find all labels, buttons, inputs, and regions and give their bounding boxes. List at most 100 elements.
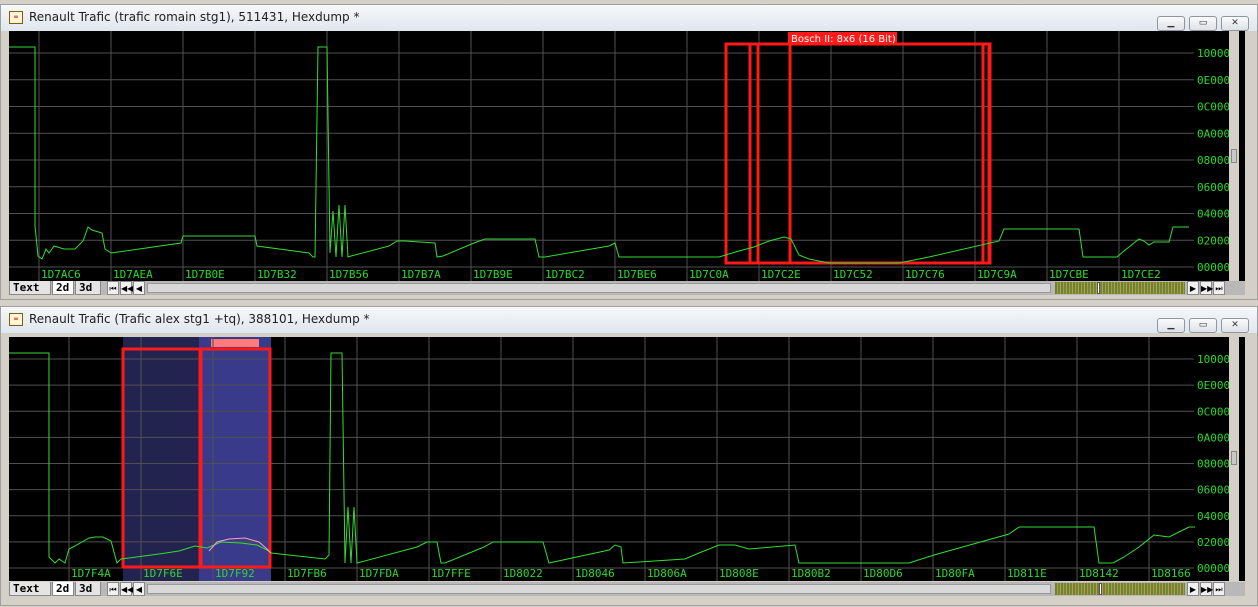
y-tick-label: 00000 <box>1197 562 1230 575</box>
close-icon: ✕ <box>1231 18 1239 28</box>
plot-1-selection-boxes <box>724 42 992 265</box>
nav-prev-fast-button-1[interactable]: ◀◀ <box>120 281 133 295</box>
nav-prev-fast-icon: ◀◀ <box>121 585 134 594</box>
highlight-region-b <box>199 337 271 581</box>
selection-box <box>748 42 992 265</box>
horizontal-scrollbar-2[interactable] <box>147 584 1051 594</box>
nav-prev-fast-button-2[interactable]: ◀◀ <box>120 582 134 596</box>
x-tick-label: 1D80FA <box>935 567 975 580</box>
y-tick-label: 02000 <box>1197 234 1230 247</box>
x-tick-label: 1D7B56 <box>329 268 369 281</box>
tab-3d-1[interactable]: 3d <box>75 281 101 295</box>
x-tick-label: 1D7F4A <box>71 567 111 580</box>
x-tick-label: 1D7B32 <box>257 268 297 281</box>
y-tick-label: 06000 <box>1197 484 1230 497</box>
nav-first-button-1[interactable]: ⏮ <box>107 281 119 295</box>
x-tick-label: 1D7BC2 <box>545 268 585 281</box>
nav-last-icon: ⏭ <box>1215 585 1223 594</box>
x-tick-label: 1D7C9A <box>977 268 1017 281</box>
close-button[interactable]: ✕ <box>1221 16 1249 31</box>
nav-next-fast-button-1[interactable]: ▶▶ <box>1200 281 1213 295</box>
x-tick-label: 1D7CE2 <box>1121 268 1161 281</box>
tab-2d-1[interactable]: 2d <box>52 281 74 295</box>
nav-next-button-2[interactable]: ▶ <box>1187 582 1199 596</box>
minimize-button[interactable]: ▁ <box>1157 318 1185 333</box>
window-2-titlebar[interactable]: ∞ Renault Trafic (Trafic alex stg1 +tq),… <box>1 307 1257 333</box>
maximize-button[interactable]: ▭ <box>1189 318 1217 333</box>
x-tick-label: 1D811E <box>1007 567 1047 580</box>
vertical-scroll-thumb-1[interactable] <box>1231 149 1237 163</box>
vertical-scrollbar-1[interactable] <box>1229 31 1239 281</box>
y-tick-label: 00000 <box>1197 261 1230 274</box>
x-tick-label: 1D8046 <box>575 567 615 580</box>
nav-next-button-1[interactable]: ▶ <box>1187 281 1199 295</box>
maximize-button[interactable]: ▭ <box>1189 16 1217 31</box>
nav-prev-icon: ◀ <box>135 284 143 293</box>
plot-1-grid <box>9 31 1194 281</box>
tab-text-1[interactable]: Text <box>9 281 51 295</box>
x-tick-label: 1D806A <box>647 567 687 580</box>
x-tick-label: 1D8142 <box>1079 567 1119 580</box>
close-icon: ✕ <box>1231 320 1239 330</box>
nav-prev-button-2[interactable]: ◀ <box>133 582 145 596</box>
x-tick-label: 1D7BE6 <box>617 268 657 281</box>
nav-last-button-2[interactable]: ⏭ <box>1213 582 1225 596</box>
x-tick-label: 1D7B9E <box>473 268 513 281</box>
nav-next-icon: ▶ <box>1189 585 1197 594</box>
overview-minimap-1[interactable] <box>1055 282 1185 294</box>
y-tick-label: 08000 <box>1197 154 1230 167</box>
tab-2d-2[interactable]: 2d <box>52 582 74 596</box>
minimize-button[interactable]: ▁ <box>1157 16 1185 31</box>
window-1-title: Renault Trafic (trafic romain stg1), 511… <box>29 10 360 24</box>
x-tick-label: 1D7FDA <box>359 567 399 580</box>
y-tick-label: 0A000 <box>1197 127 1230 140</box>
y-tick-label: 10000 <box>1197 353 1230 366</box>
x-tick-label: 1D80B2 <box>791 567 831 580</box>
vertical-scrollbar-2[interactable] <box>1229 337 1239 581</box>
plot-2-x-labels: 1D7F4A 1D7F6E 1D7F92 1D7FB6 1D7FDA 1D7FFE 1D80… <box>71 567 1191 580</box>
overview-minimap-2[interactable] <box>1055 583 1185 595</box>
window-1-titlebar[interactable]: ∞ Renault Trafic (trafic romain stg1), 5… <box>1 5 1257 31</box>
map-label: Bosch II: 8x6 (16 Bit) <box>791 34 896 45</box>
minimap-position-2[interactable] <box>1099 583 1102 595</box>
x-tick-label: 1D7B7A <box>401 268 441 281</box>
y-tick-label: 0C000 <box>1197 101 1230 114</box>
vertical-scroll-thumb-2[interactable] <box>1231 451 1237 465</box>
highlight-marker <box>211 339 259 347</box>
app-document-icon: ∞ <box>9 313 23 326</box>
close-button[interactable]: ✕ <box>1221 318 1249 333</box>
hexdump-window-2: ∞ Renault Trafic (Trafic alex stg1 +tq),… <box>0 306 1258 606</box>
x-tick-label: 1D7C52 <box>833 268 873 281</box>
tabbar-1: Text 2d 3d ⏮ ◀◀ ◀ ▶ ▶▶ ⏭ <box>9 281 1245 295</box>
x-tick-label: 1D7C0A <box>689 268 729 281</box>
plot-area-1[interactable]: 1D7AC6 1D7AEA 1D7B0E 1D7B32 1D7B56 1D7B7A 1D7B… <box>9 31 1245 281</box>
y-tick-label: 08000 <box>1197 458 1230 471</box>
nav-first-icon: ⏮ <box>109 585 117 594</box>
tab-text-2[interactable]: Text <box>9 582 51 596</box>
y-tick-label: 10000 <box>1197 47 1230 60</box>
y-tick-label: 0C000 <box>1197 405 1230 418</box>
y-tick-label: 0A000 <box>1197 431 1230 444</box>
hexdump-window-1: ∞ Renault Trafic (trafic romain stg1), 5… <box>0 4 1258 300</box>
plot-1-svg: 1D7AC6 1D7AEA 1D7B0E 1D7B32 1D7B56 1D7B7A 1D7B… <box>9 31 1230 281</box>
y-tick-label: 0E000 <box>1197 74 1230 87</box>
nav-next-fast-icon: ▶▶ <box>1201 585 1214 594</box>
minimap-position-1[interactable] <box>1097 282 1100 294</box>
plot-2-svg: 1D7F4A 1D7F6E 1D7F92 1D7FB6 1D7FDA 1D7FFE 1D80… <box>9 337 1230 581</box>
nav-first-icon: ⏮ <box>109 284 117 293</box>
selection-box <box>756 42 992 265</box>
nav-last-button-1[interactable]: ⏭ <box>1213 281 1225 295</box>
highlight-region-a <box>123 337 199 581</box>
y-tick-label: 0E000 <box>1197 379 1230 392</box>
x-tick-label: 1D7AC6 <box>41 268 81 281</box>
nav-prev-button-1[interactable]: ◀ <box>133 281 145 295</box>
plot-area-2[interactable]: 1D7F4A 1D7F6E 1D7F92 1D7FB6 1D7FDA 1D7FFE 1D80… <box>9 337 1245 581</box>
app-document-icon: ∞ <box>9 11 23 24</box>
nav-next-fast-button-2[interactable]: ▶▶ <box>1200 582 1214 596</box>
tab-3d-2[interactable]: 3d <box>75 582 101 596</box>
window-2-title: Renault Trafic (Trafic alex stg1 +tq), 3… <box>29 312 370 326</box>
plot-2-y-labels: 10000 0E000 0C000 0A000 08000 06000 04000 02000… <box>1197 353 1230 575</box>
horizontal-scrollbar-1[interactable] <box>147 283 1051 293</box>
nav-first-button-2[interactable]: ⏮ <box>107 582 119 596</box>
x-tick-label: 1D8166 <box>1151 567 1191 580</box>
